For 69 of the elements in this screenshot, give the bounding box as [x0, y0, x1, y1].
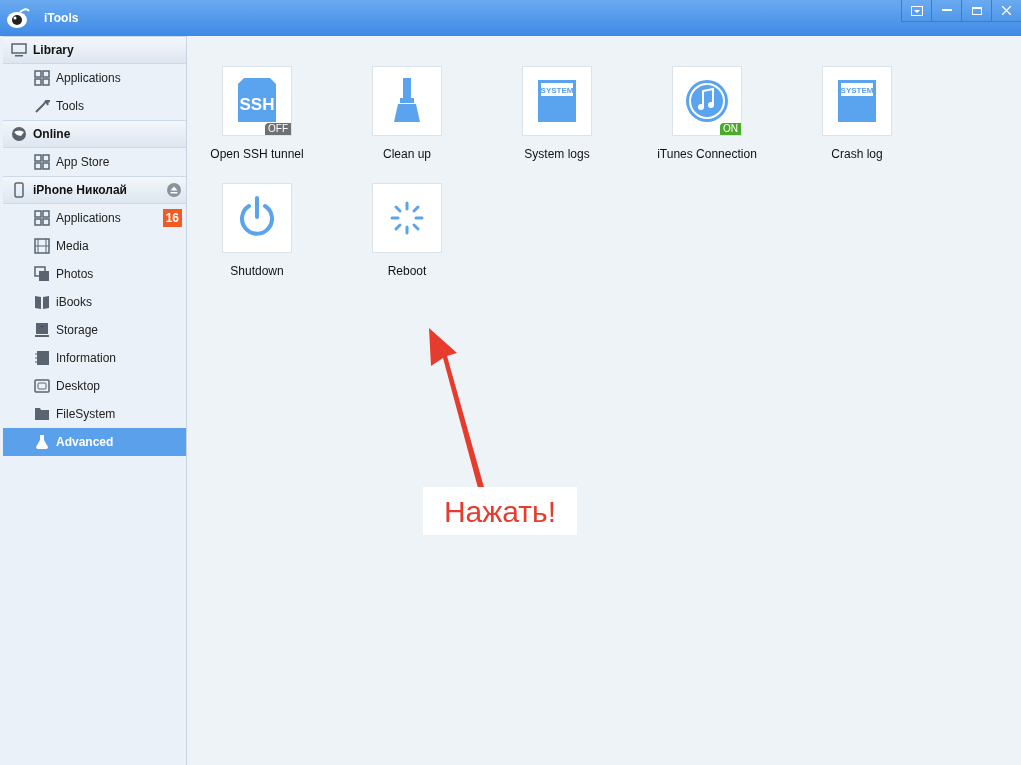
- monitor-icon: [11, 42, 27, 58]
- eject-icon[interactable]: [167, 183, 181, 197]
- sidebar-item[interactable]: Applications 16: [3, 204, 186, 232]
- sidebar-item[interactable]: Applications: [3, 64, 186, 92]
- sidebar-item[interactable]: Photos: [3, 260, 186, 288]
- tool-tile[interactable]: [222, 183, 292, 253]
- item-label: iBooks: [56, 294, 93, 311]
- sidebar-item[interactable]: Desktop: [3, 372, 186, 400]
- status-badge: OFF: [265, 123, 291, 135]
- grid-icon: [34, 154, 50, 170]
- item-label: Advanced: [56, 434, 114, 451]
- wrench-icon: [34, 98, 50, 114]
- item-label: Media: [56, 238, 89, 255]
- item-label: Applications: [56, 70, 121, 87]
- close-icon: [1002, 6, 1011, 15]
- item-label: FileSystem: [56, 406, 116, 423]
- sidebar-item[interactable]: Media: [3, 232, 186, 260]
- sidebar-item[interactable]: App Store: [3, 148, 186, 176]
- tool-label: Clean up: [382, 146, 431, 163]
- tool-label: Crash log: [831, 146, 883, 163]
- eye-logo-icon: [6, 7, 30, 29]
- folder-icon: [34, 406, 50, 422]
- item-label: Tools: [56, 98, 84, 115]
- count-badge: 16: [162, 209, 182, 227]
- dropdown-button[interactable]: [901, 0, 931, 22]
- minimize-icon: [941, 9, 952, 12]
- section-label: Library: [33, 42, 74, 59]
- tool-label: System logs: [524, 146, 590, 163]
- sidebar-item[interactable]: FileSystem: [3, 400, 186, 428]
- dropdown-icon: [910, 5, 923, 16]
- tool-label: iTunes Connection: [657, 146, 757, 163]
- tool-label: Reboot: [387, 263, 427, 280]
- minimize-button[interactable]: [931, 0, 961, 22]
- tool-tile[interactable]: [372, 66, 442, 136]
- sidebar-item[interactable]: Storage: [3, 316, 186, 344]
- tool-label: Open SSH tunnel: [210, 146, 304, 163]
- flask-icon: [34, 434, 50, 450]
- status-badge: ON: [720, 123, 741, 135]
- section-header[interactable]: Library: [3, 36, 186, 64]
- sidebar-item[interactable]: Tools: [3, 92, 186, 120]
- maximize-icon: [971, 6, 982, 15]
- maximize-button[interactable]: [961, 0, 991, 22]
- grid-icon: [34, 70, 50, 86]
- sidebar-item[interactable]: Information: [3, 344, 186, 372]
- section-label: Online: [33, 126, 71, 143]
- section-header[interactable]: iPhone Николай: [3, 176, 186, 204]
- sidebar-item[interactable]: iBooks: [3, 288, 186, 316]
- section-label: iPhone Николай: [33, 182, 127, 199]
- item-label: Storage: [56, 322, 99, 339]
- grid-icon: [34, 210, 50, 226]
- window-title: iTools: [44, 10, 79, 27]
- section-header[interactable]: Online: [3, 120, 186, 148]
- tool-tile[interactable]: [372, 183, 442, 253]
- film-icon: [34, 238, 50, 254]
- callout-text: Нажать!: [423, 487, 577, 535]
- contact-icon: [34, 350, 50, 366]
- tool-tile[interactable]: SSH OFF: [222, 66, 292, 136]
- item-label: Information: [56, 350, 117, 367]
- close-button[interactable]: [991, 0, 1021, 22]
- photos-icon: [34, 266, 50, 282]
- item-label: Applications: [56, 210, 121, 227]
- item-label: Photos: [56, 266, 94, 283]
- item-label: Desktop: [56, 378, 101, 395]
- desktop-icon: [34, 378, 50, 394]
- item-label: App Store: [56, 154, 110, 171]
- tool-label: Shutdown: [230, 263, 284, 280]
- globe-icon: [11, 126, 27, 142]
- phone-icon: [11, 182, 27, 198]
- book-icon: [34, 294, 50, 310]
